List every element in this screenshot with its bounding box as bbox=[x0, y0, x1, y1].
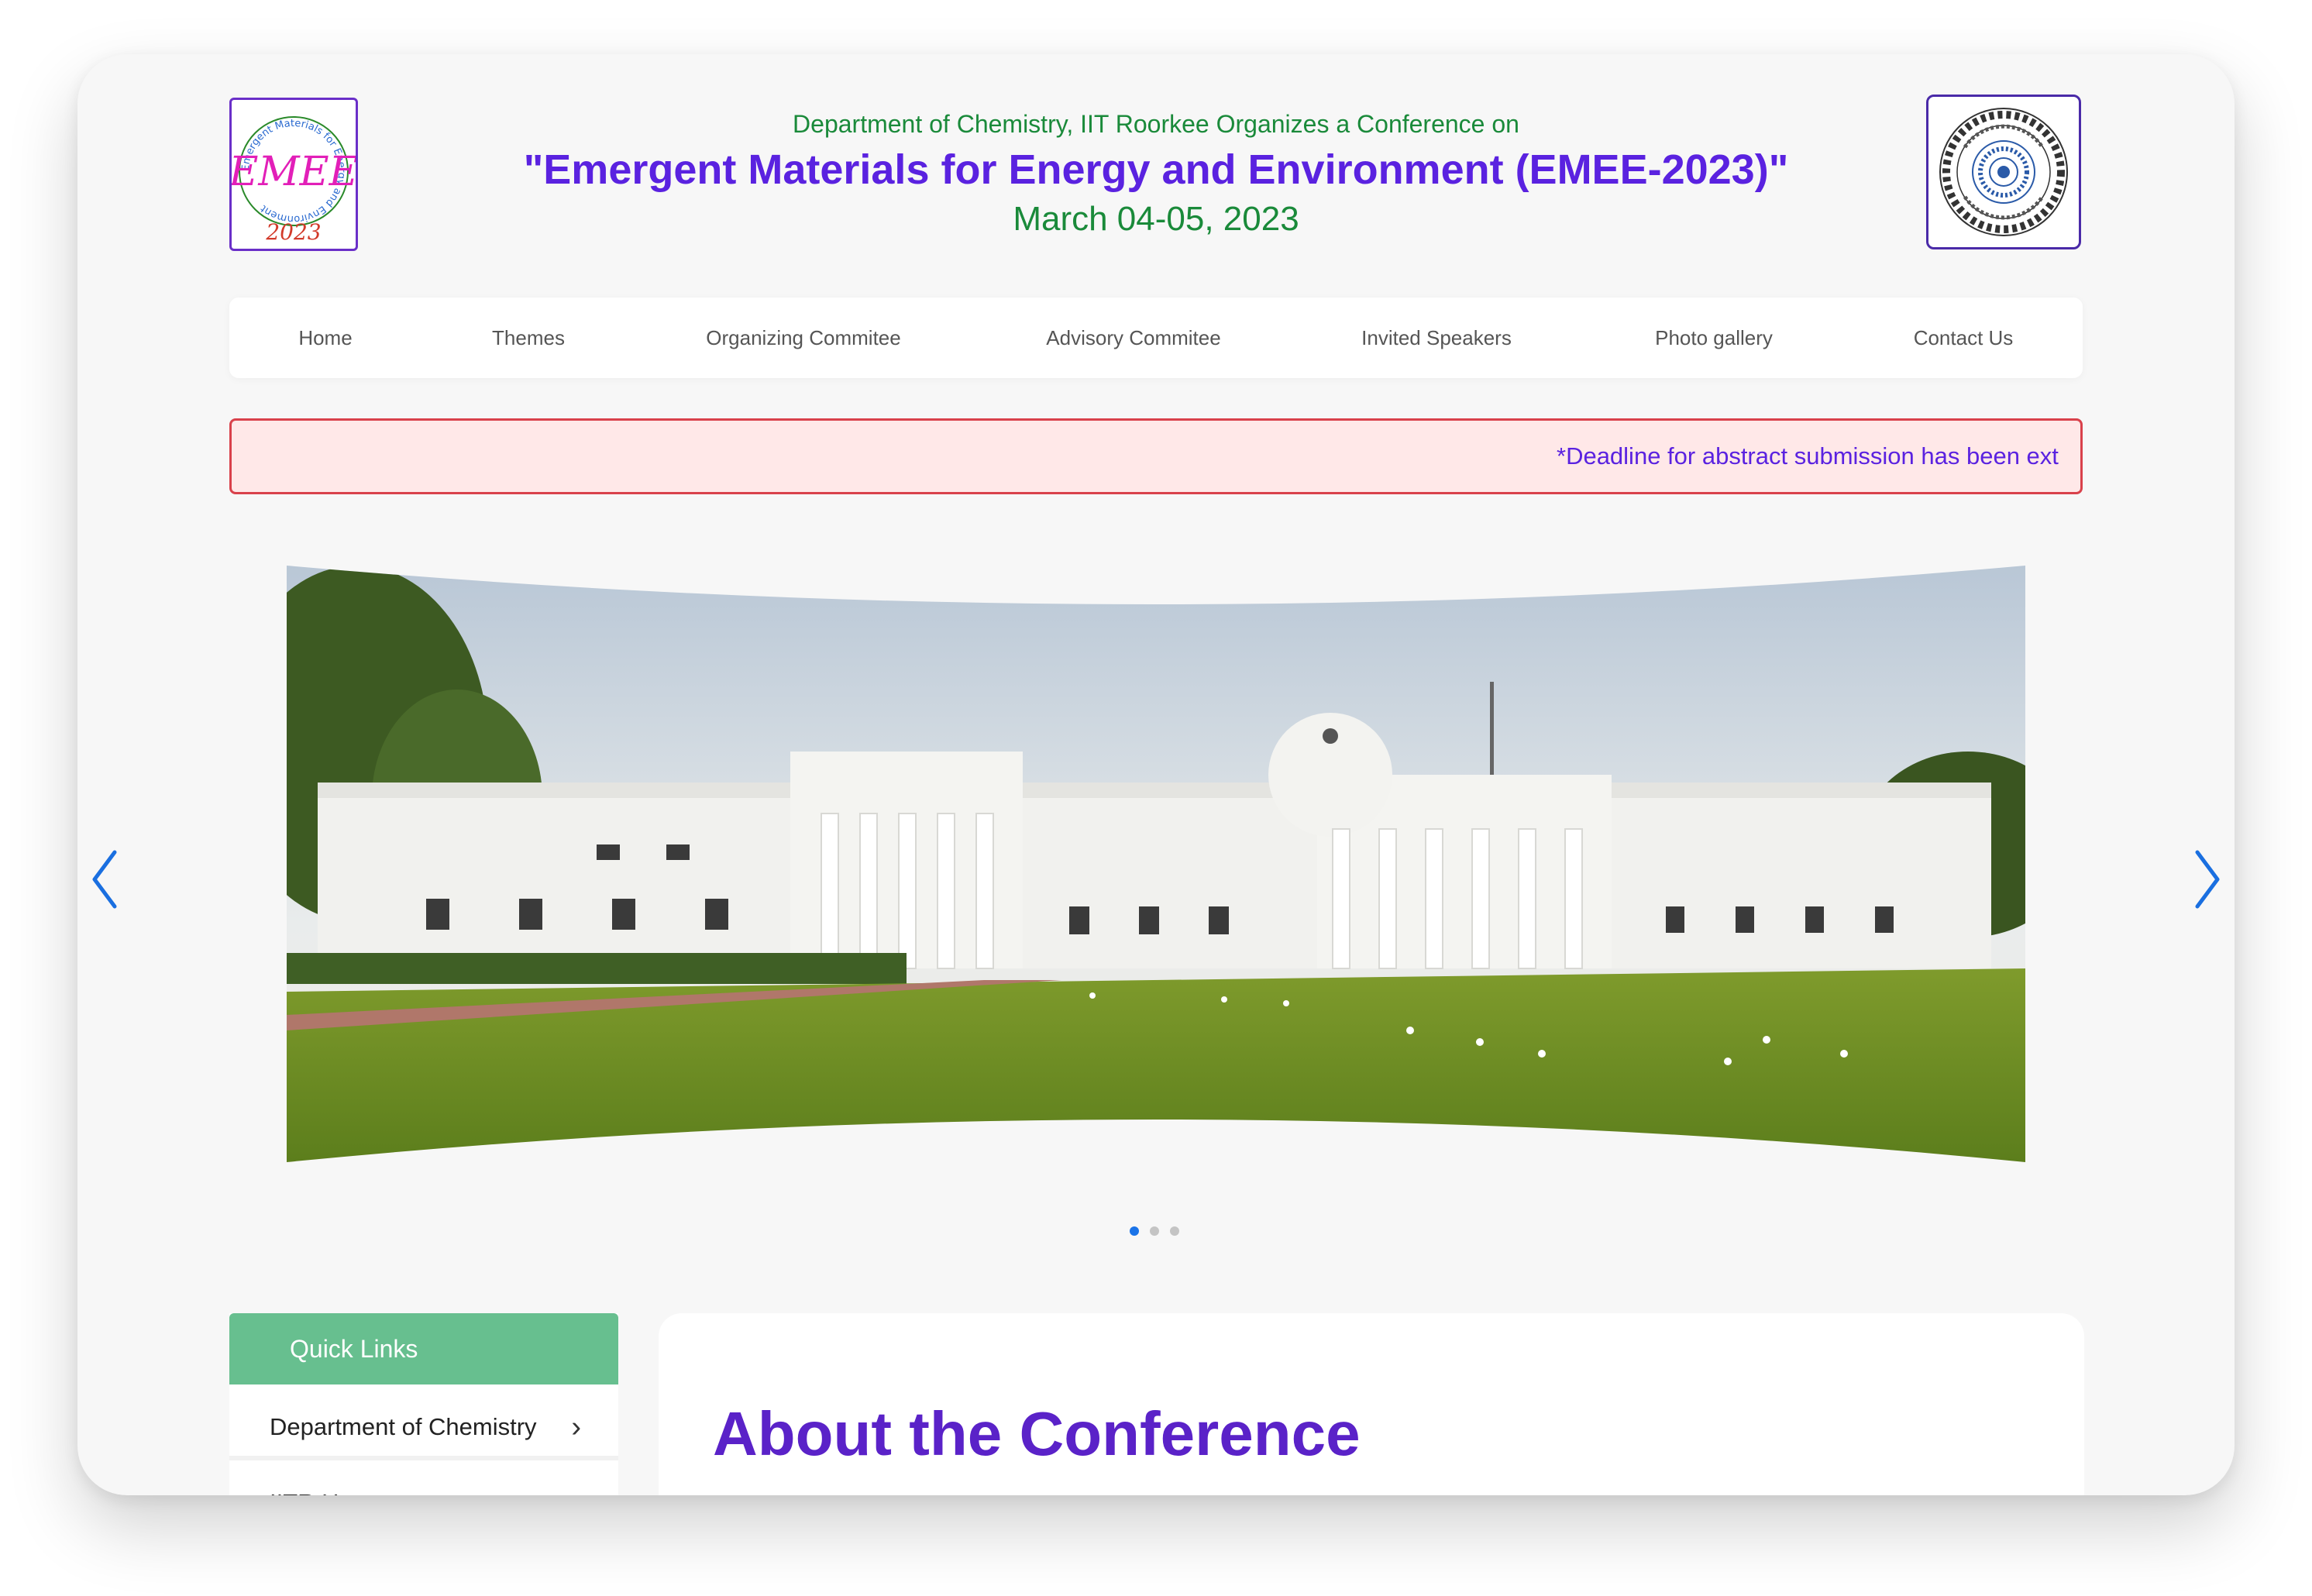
quick-links-panel: Quick Links Department of Chemistry › II… bbox=[229, 1313, 618, 1495]
nav-organizing-commitee[interactable]: Organizing Commitee bbox=[706, 298, 900, 378]
about-section: About the Conference bbox=[659, 1313, 2084, 1495]
header-subtitle: Department of Chemistry, IIT Roorkee Org… bbox=[793, 110, 1519, 138]
carousel-dot-3[interactable] bbox=[1170, 1226, 1179, 1236]
chevron-right-icon: › bbox=[571, 1411, 581, 1443]
quick-link-label: Department of Chemistry bbox=[270, 1413, 537, 1440]
nav-contact-us[interactable]: Contact Us bbox=[1914, 298, 2014, 378]
chevron-right-icon bbox=[2195, 850, 2220, 909]
quick-link-label: IITR Home bbox=[270, 1489, 386, 1495]
main-navbar: Home Themes Organizing Commitee Advisory… bbox=[229, 298, 2083, 378]
iit-roorkee-emblem-icon bbox=[1939, 108, 2068, 236]
announcement-ticker[interactable]: *Deadline for abstract submission has be… bbox=[229, 418, 2083, 494]
nav-advisory-commitee[interactable]: Advisory Commitee bbox=[1046, 298, 1220, 378]
nav-photo-gallery[interactable]: Photo gallery bbox=[1655, 298, 1773, 378]
quick-link-department-of-chemistry[interactable]: Department of Chemistry › bbox=[229, 1384, 618, 1460]
nav-themes[interactable]: Themes bbox=[492, 298, 565, 378]
quick-link-iitr-home[interactable]: IITR Home › bbox=[229, 1460, 618, 1495]
quick-links-header: Quick Links bbox=[229, 1313, 618, 1384]
about-title: About the Conference bbox=[713, 1399, 1361, 1468]
carousel-dot-2[interactable] bbox=[1150, 1226, 1159, 1236]
nav-home[interactable]: Home bbox=[298, 298, 352, 378]
conference-date: March 04-05, 2023 bbox=[1013, 200, 1299, 238]
ticker-text: *Deadline for abstract submission has be… bbox=[1557, 442, 2059, 470]
carousel-indicators bbox=[77, 1226, 2235, 1242]
chevron-right-icon: › bbox=[571, 1460, 581, 1495]
carousel-slide[interactable] bbox=[287, 566, 2025, 1162]
iit-roorkee-main-building-photo bbox=[287, 566, 2025, 1162]
nav-invited-speakers[interactable]: Invited Speakers bbox=[1361, 298, 1512, 378]
iit-roorkee-emblem[interactable] bbox=[1926, 95, 2081, 249]
chevron-left-icon bbox=[92, 850, 117, 909]
browser-window: Emergent Materials for Energy and Enviro… bbox=[77, 54, 2235, 1495]
carousel-prev-button[interactable] bbox=[84, 844, 130, 914]
carousel-dot-1[interactable] bbox=[1130, 1226, 1139, 1236]
conference-title: "Emergent Materials for Energy and Envir… bbox=[523, 146, 1789, 193]
carousel-next-button[interactable] bbox=[2182, 844, 2228, 914]
